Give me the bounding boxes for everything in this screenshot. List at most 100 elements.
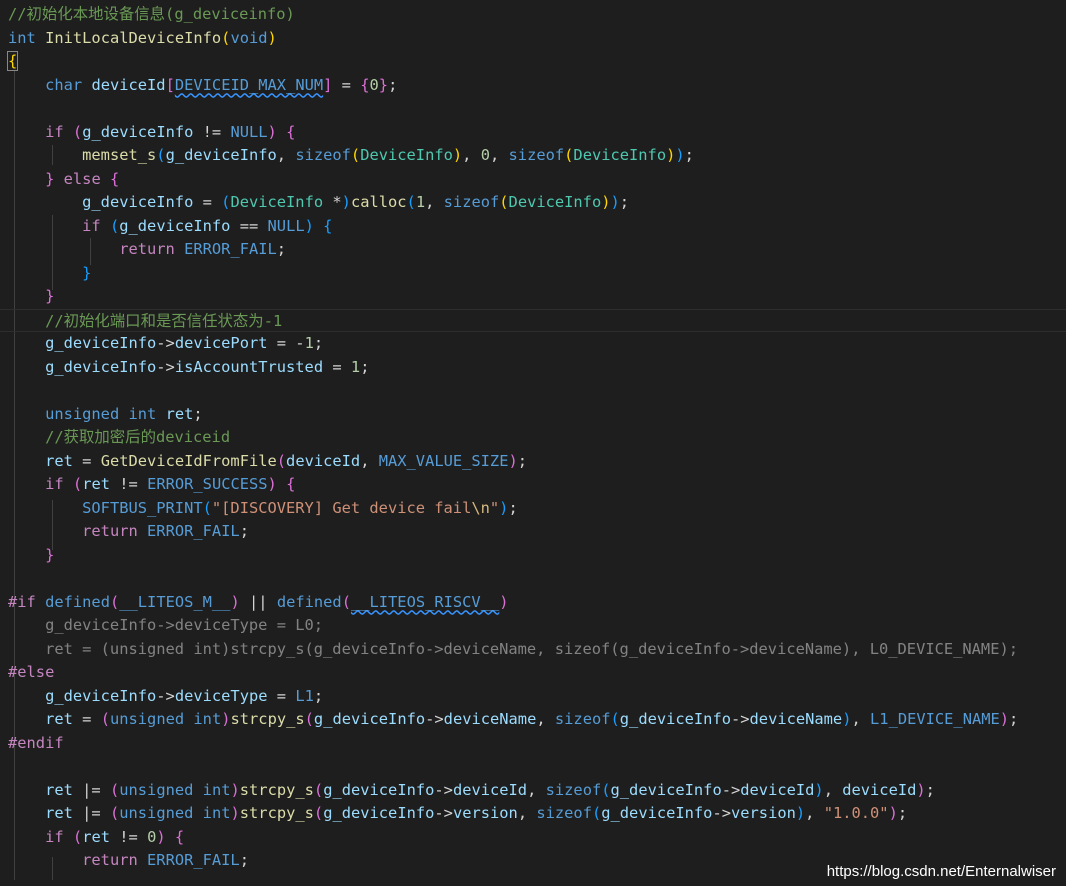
code-token: { (110, 169, 120, 188)
code-line[interactable]: ret |= (unsigned int)strcpy_s(g_deviceIn… (8, 802, 907, 825)
code-line[interactable]: if (g_deviceInfo == NULL) { (8, 215, 332, 238)
code-line[interactable]: memset_s(g_deviceInfo, sizeof(DeviceInfo… (8, 144, 694, 167)
code-token: ) (304, 216, 314, 235)
code-line[interactable]: g_deviceInfo = (DeviceInfo *)calloc(1, s… (8, 191, 629, 214)
code-token: -> (425, 710, 444, 728)
code-line[interactable]: //初始化本地设备信息(g_deviceinfo) (8, 3, 295, 26)
code-token: deviceType (174, 686, 268, 705)
code-line[interactable]: g_deviceInfo->devicePort = -1; (8, 332, 323, 355)
code-token: ( (591, 804, 602, 822)
code-token: || (239, 592, 277, 611)
code-token: g_deviceInfo (45, 334, 157, 352)
code-token: = (267, 686, 296, 705)
code-line[interactable]: //初始化端口和是否信任状态为-1 (0, 308, 1066, 332)
code-token: ) (156, 827, 166, 846)
code-token: int (202, 780, 231, 799)
code-line[interactable]: g_deviceInfo->deviceType = L1; (8, 685, 323, 708)
code-token: , (276, 146, 296, 164)
code-line[interactable]: return ERROR_FAIL; (8, 520, 249, 543)
code-token: -> (434, 804, 453, 822)
code-token: == (230, 216, 268, 235)
code-line[interactable]: #if defined(__LITEOS_M__) || defined(__L… (8, 591, 509, 614)
code-line[interactable]: int InitLocalDeviceInfo(void) (8, 27, 277, 50)
code-token: DeviceInfo (230, 193, 324, 211)
code-token: int (8, 28, 36, 47)
code-line[interactable]: char deviceId[DEVICEID_MAX_NUM] = {0}; (8, 74, 397, 97)
code-token: NULL (267, 216, 305, 235)
code-line[interactable]: return ERROR_FAIL; (8, 238, 286, 261)
code-line[interactable]: ret |= (unsigned int)strcpy_s(g_deviceIn… (8, 779, 935, 802)
code-token: deviceId (740, 780, 815, 799)
code-line[interactable]: SOFTBUS_PRINT("[DISCOVERY] Get device fa… (8, 497, 518, 520)
code-line[interactable]: if (g_deviceInfo != NULL) { (8, 121, 295, 144)
code-token: { (286, 475, 296, 493)
code-token: else (63, 169, 101, 188)
code-token: ERROR_FAIL (184, 240, 277, 258)
code-token: sizeof (554, 710, 611, 728)
code-line[interactable]: if (ret != ERROR_SUCCESS) { (8, 473, 295, 496)
code-token: strcpy_s (230, 710, 305, 728)
code-line[interactable]: #else (8, 661, 54, 684)
code-token: ret (82, 827, 110, 846)
code-token: g_deviceInfo (45, 357, 157, 376)
code-token: if (45, 827, 64, 846)
code-line[interactable]: g_deviceInfo->deviceType = L0; (8, 614, 323, 637)
code-line[interactable]: } else { (8, 168, 119, 191)
code-token: ( (156, 146, 166, 164)
code-token: ; (239, 851, 249, 869)
code-token: ; (276, 240, 287, 258)
code-token: ) (230, 592, 240, 611)
code-token: 0 (369, 75, 379, 94)
code-line[interactable]: //获取加密后的deviceid (8, 426, 230, 449)
code-token: ( (109, 216, 120, 235)
code-token: void (230, 28, 268, 47)
code-editor[interactable]: //初始化本地设备信息(g_deviceinfo) int InitLocalDe… (0, 0, 1066, 886)
code-token: ; (388, 75, 398, 94)
code-token: |= (72, 780, 110, 799)
code-line[interactable]: g_deviceInfo->isAccountTrusted = 1; (8, 356, 369, 379)
code-line[interactable]: } (8, 262, 91, 285)
code-token: ) (452, 146, 463, 164)
code-line[interactable]: ret = (unsigned int)strcpy_s(g_deviceInf… (8, 708, 1018, 731)
code-line[interactable]: ret = GetDeviceIdFromFile(deviceId, MAX_… (8, 450, 527, 473)
code-token: unsigned (119, 780, 194, 799)
code-token: return (119, 240, 175, 258)
code-token: ( (72, 827, 83, 846)
code-line[interactable]: if (ret != 0) { (8, 826, 184, 849)
code-token: #else (8, 663, 55, 681)
watermark-url: https://blog.csdn.net/Enternalwiser (826, 863, 1056, 880)
code-line[interactable]: ret = (unsigned int)strcpy_s(g_deviceInf… (8, 638, 1018, 661)
code-line[interactable]: unsigned int ret; (8, 403, 203, 426)
code-token: //初始化端口和是否信任状态为-1 (45, 311, 283, 330)
code-token: } (45, 169, 55, 188)
code-line[interactable]: { (6, 50, 19, 73)
code-token: deviceName (749, 710, 843, 728)
code-token: ; (1009, 710, 1019, 728)
code-token: deviceId (286, 451, 361, 470)
code-line[interactable]: } (8, 285, 54, 308)
code-line[interactable]: #endif (8, 732, 64, 755)
code-line[interactable]: return ERROR_FAIL; (8, 849, 249, 872)
code-token: ) (675, 146, 685, 164)
code-token: ; (619, 193, 630, 211)
code-line[interactable]: } (8, 544, 54, 567)
code-token: { (323, 216, 333, 235)
code-token: g_deviceInfo (165, 146, 277, 164)
